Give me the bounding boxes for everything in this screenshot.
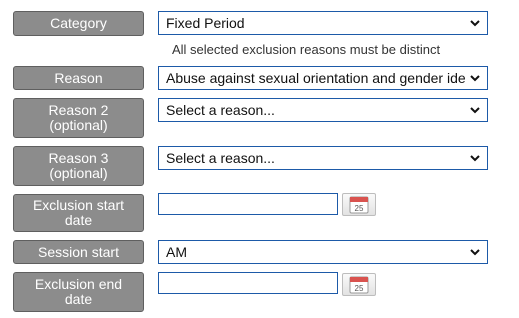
reason-3-select[interactable]: Select a reason... bbox=[158, 146, 488, 170]
chevron-down-icon bbox=[470, 107, 480, 114]
session-start-select-value: AM bbox=[166, 244, 187, 260]
reason-3-label-line1: Reason 3 bbox=[48, 150, 109, 166]
exclusion-end-date-input[interactable] bbox=[158, 272, 338, 294]
reason-2-label-line2: (optional) bbox=[49, 117, 108, 133]
calendar-icon: 25 bbox=[349, 276, 369, 294]
reason-label-text: Reason bbox=[54, 69, 103, 86]
chevron-down-icon bbox=[470, 249, 480, 256]
reason-2-select[interactable]: Select a reason... bbox=[158, 98, 488, 122]
reason-3-select-value: Select a reason... bbox=[166, 150, 275, 166]
exclusion-start-calendar-button[interactable]: 25 bbox=[342, 193, 376, 216]
calendar-day-text: 25 bbox=[355, 204, 364, 213]
exclusion-end-label-line2: date bbox=[64, 291, 93, 307]
session-start-select[interactable]: AM bbox=[158, 240, 488, 264]
category-label: Category bbox=[13, 11, 144, 36]
reason-2-label: Reason 2 (optional) bbox=[13, 98, 144, 138]
distinct-reasons-hint: All selected exclusion reasons must be d… bbox=[172, 42, 441, 57]
calendar-day-text: 25 bbox=[355, 284, 364, 293]
chevron-down-icon bbox=[470, 75, 480, 82]
session-start-label: Session start bbox=[13, 240, 144, 264]
exclusion-start-label-line2: date bbox=[64, 212, 93, 228]
category-select-value: Fixed Period bbox=[166, 15, 245, 31]
exclusion-start-date-input[interactable] bbox=[158, 193, 338, 215]
reason-2-select-value: Select a reason... bbox=[166, 102, 275, 118]
reason-select[interactable]: Abuse against sexual orientation and gen… bbox=[158, 66, 488, 90]
session-start-label-text: Session start bbox=[38, 243, 119, 260]
chevron-down-icon bbox=[470, 155, 480, 162]
exclusion-start-date-label: Exclusion start date bbox=[13, 194, 144, 232]
reason-select-value: Abuse against sexual orientation and gen… bbox=[166, 70, 465, 86]
exclusion-end-label-line1: Exclusion end bbox=[34, 276, 123, 292]
category-label-text: Category bbox=[50, 15, 107, 31]
category-select[interactable]: Fixed Period bbox=[158, 11, 488, 35]
exclusion-end-date-label: Exclusion end date bbox=[13, 272, 144, 312]
reason-3-label-line2: (optional) bbox=[49, 165, 108, 181]
chevron-down-icon bbox=[470, 20, 480, 27]
reason-3-label: Reason 3 (optional) bbox=[13, 146, 144, 186]
exclusion-end-calendar-button[interactable]: 25 bbox=[342, 273, 376, 296]
calendar-icon: 25 bbox=[349, 196, 369, 214]
reason-2-label-line1: Reason 2 bbox=[48, 102, 109, 118]
reason-label: Reason bbox=[13, 66, 144, 90]
exclusion-start-label-line1: Exclusion start bbox=[32, 197, 125, 213]
